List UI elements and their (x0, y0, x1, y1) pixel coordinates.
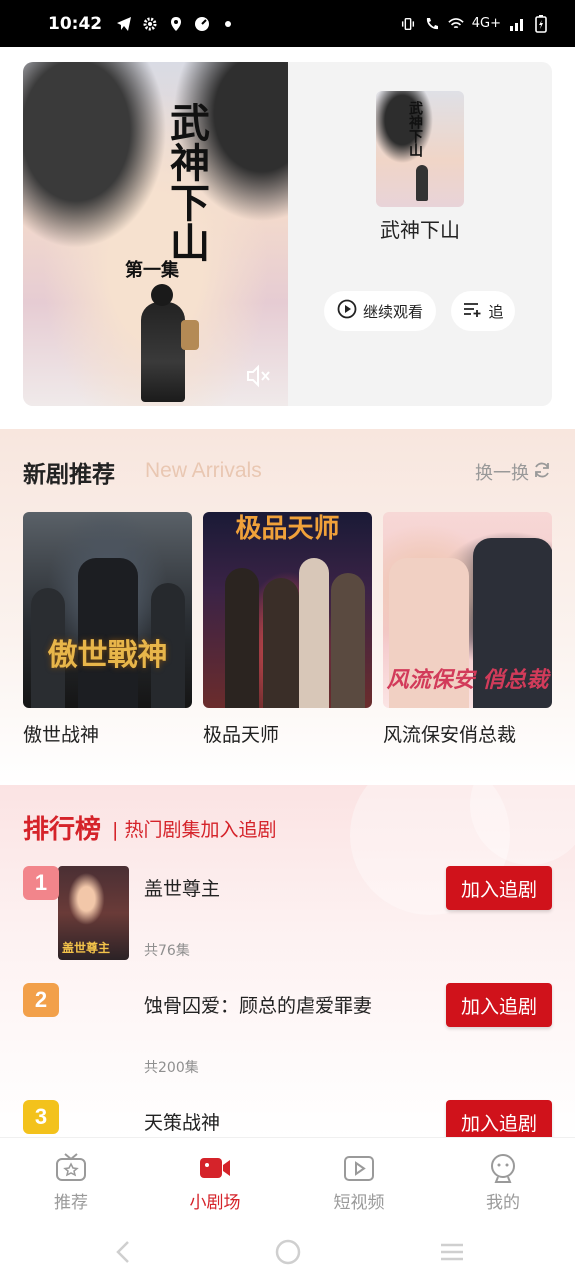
ranking-title: 排行榜 (23, 815, 102, 845)
telegram-icon (116, 16, 132, 32)
tab-mini-theater[interactable]: 小剧场 (155, 1152, 275, 1213)
thumbnail-title-art: 武神下山 (407, 101, 423, 157)
poster-title-art: 盖世尊主 (62, 941, 111, 955)
new-arrivals-section: 新剧推荐 New Arrivals 换一换 傲世戰神 傲世战神 极品天师 极品天… (0, 429, 575, 785)
poster-episode-label: 第一集 (125, 260, 179, 281)
featured-drama-card[interactable]: 武神下山 第一集 武神下山 武神下山 继续观看 追 (23, 62, 552, 406)
ranking-row[interactable]: 盖世尊主 1 盖世尊主 共76集 加入追剧 (0, 866, 575, 976)
ranking-drama-title: 盖世尊主 (144, 878, 221, 900)
tab-label: 我的 (486, 1193, 520, 1213)
drama-title: 极品天师 (203, 724, 280, 746)
poster-title-art: 傲世戰神 (47, 638, 168, 673)
mute-icon[interactable] (245, 364, 271, 388)
network-type-label: 4G+ (471, 16, 501, 31)
drama-title: 风流保安俏总裁 (383, 724, 517, 746)
add-to-watchlist-button[interactable]: 加入追剧 (446, 983, 552, 1027)
rank-badge: 2 (23, 983, 59, 1017)
play-box-icon (299, 1152, 419, 1184)
add-to-watchlist-button[interactable]: 加入追剧 (446, 866, 552, 910)
wifi-calling-icon (424, 16, 440, 32)
location-pin-icon (168, 16, 184, 32)
drama-poster[interactable]: 傲世戰神 (23, 512, 192, 708)
status-time: 10:42 (48, 13, 103, 34)
notification-dot-icon (220, 16, 236, 32)
drama-card[interactable]: 风流保安 俏总裁 风流保安俏总裁 (383, 512, 552, 747)
recent-apps-icon[interactable] (438, 1238, 466, 1266)
bottom-tab-bar: 推荐 小剧场 短视频 我的 (0, 1137, 575, 1222)
continue-watching-label: 继续观看 (362, 302, 423, 321)
section-subtitle: New Arrivals (145, 459, 262, 482)
speedometer-icon (194, 16, 210, 32)
system-navigation-bar (0, 1222, 575, 1280)
ranking-drama-title: 天策战神 (144, 1112, 221, 1134)
drama-card[interactable]: 极品天师 极品天师 (203, 512, 372, 747)
drama-title: 傲世战神 (23, 724, 100, 746)
drama-poster[interactable]: 风流保安 俏总裁 (383, 512, 552, 708)
poster-title-art: 风流保安 俏总裁 (386, 667, 549, 693)
poster-title-art: 武神下山 (163, 102, 210, 262)
tab-profile[interactable]: 我的 (443, 1152, 563, 1213)
drama-card[interactable]: 傲世戰神 傲世战神 (23, 512, 192, 747)
poster-title-art: 极品天师 (235, 514, 340, 544)
ranking-section: 排行榜 | 热门剧集加入追剧 盖世尊主 1 盖世尊主 共76集 加入追剧 2 蚀… (0, 785, 575, 1137)
tab-short-video[interactable]: 短视频 (299, 1152, 419, 1213)
vibrate-icon (400, 16, 416, 32)
status-bar: 10:42 4G+ (0, 0, 575, 47)
battery-charging-icon (533, 14, 549, 33)
back-icon[interactable] (110, 1238, 138, 1266)
follow-drama-button[interactable]: 追 (451, 291, 515, 331)
add-to-list-icon (462, 300, 482, 322)
profile-icon (443, 1152, 563, 1184)
refresh-button[interactable]: 换一换 (475, 459, 551, 485)
featured-video-preview[interactable]: 武神下山 第一集 (23, 62, 288, 406)
play-circle-icon (337, 299, 357, 323)
rank-badge: 1 (23, 866, 59, 900)
ranking-poster[interactable]: 盖世尊主 (58, 866, 129, 960)
tab-label: 短视频 (333, 1193, 385, 1213)
settings-gear-icon (142, 16, 158, 32)
ranking-drama-title: 蚀骨囚爱：顾总的虐爱罪妻 (144, 995, 373, 1017)
refresh-label: 换一换 (475, 463, 529, 484)
refresh-icon (533, 461, 551, 484)
episode-count: 共200集 (144, 1060, 199, 1076)
add-to-watchlist-button[interactable]: 加入追剧 (446, 1100, 552, 1137)
tab-label: 推荐 (54, 1193, 88, 1213)
tab-recommend[interactable]: 推荐 (11, 1152, 131, 1213)
video-camera-icon (155, 1152, 275, 1184)
drama-poster[interactable]: 极品天师 (203, 512, 372, 708)
ranking-row[interactable]: 2 蚀骨囚爱：顾总的虐爱罪妻 共200集 加入追剧 (0, 983, 575, 1093)
tab-label: 小剧场 (189, 1193, 241, 1213)
episode-count: 共76集 (144, 943, 190, 959)
follow-label: 追 (488, 302, 504, 321)
home-icon[interactable] (274, 1238, 302, 1266)
tv-icon (11, 1152, 131, 1184)
section-title: 新剧推荐 (23, 462, 115, 488)
poster-figure (141, 284, 199, 402)
ranking-subtitle: | 热门剧集加入追剧 (112, 819, 277, 841)
featured-drama-thumbnail[interactable]: 武神下山 (376, 91, 464, 207)
signal-icon (509, 16, 525, 32)
continue-watching-button[interactable]: 继续观看 (324, 291, 436, 331)
featured-drama-title: 武神下山 (380, 218, 460, 242)
rank-badge: 3 (23, 1100, 59, 1134)
ranking-row[interactable]: 3 天策战神 加入追剧 (0, 1100, 575, 1137)
wifi-icon (448, 16, 464, 32)
